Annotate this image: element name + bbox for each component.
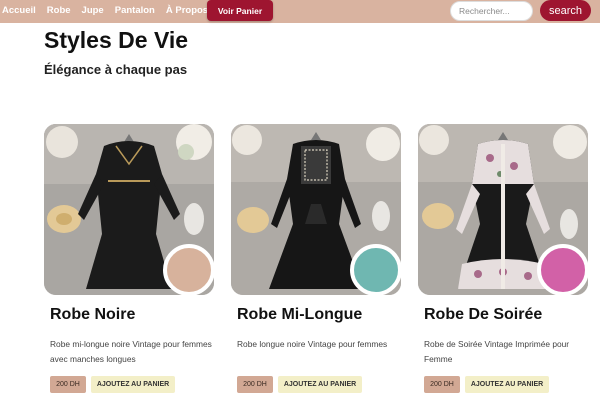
price-badge: 200 DH (424, 376, 460, 393)
product-description: Robe mi-longue noire Vintage pour femmes… (50, 339, 212, 364)
product-title: Robe Noire (50, 306, 136, 323)
price-badge: 200 DH (50, 376, 86, 393)
add-to-cart-button[interactable]: AJOUTEZ AU PANIER (91, 376, 175, 393)
nav-link-robe[interactable]: Robe (47, 5, 71, 16)
nav-link-a-propos[interactable]: À Propos (166, 5, 208, 16)
nav-link-pantalon[interactable]: Pantalon (115, 5, 155, 16)
product-card: Robe Noire Robe mi-longue noire Vintage … (44, 124, 218, 400)
color-swatch[interactable] (537, 244, 589, 296)
product-title: Robe Mi-Longue (237, 306, 363, 323)
price-badge: 200 DH (237, 376, 273, 393)
add-to-cart-button[interactable]: AJOUTEZ AU PANIER (465, 376, 549, 393)
page-subtitle: Élégance à chaque pas (44, 62, 188, 77)
top-navbar: Accueil Robe Jupe Pantalon À Propos Voir… (0, 0, 600, 23)
product-card: Robe De Soirée Robe de Soirée Vintage Im… (418, 124, 592, 400)
nav-link-accueil[interactable]: Accueil (2, 5, 36, 16)
nav-links: Accueil Robe Jupe Pantalon À Propos (2, 5, 208, 16)
search-input[interactable] (450, 1, 533, 21)
nav-link-jupe[interactable]: Jupe (82, 5, 104, 16)
add-to-cart-button[interactable]: AJOUTEZ AU PANIER (278, 376, 362, 393)
color-swatch[interactable] (163, 244, 215, 296)
color-swatch[interactable] (350, 244, 402, 296)
product-title: Robe De Soirée (424, 306, 543, 323)
product-description: Robe de Soirée Vintage Imprimée pour Fem… (424, 339, 570, 364)
page-title: Styles De Vie (44, 27, 189, 53)
view-cart-button[interactable]: Voir Panier (207, 0, 273, 21)
product-description: Robe longue noire Vintage pour femmes (237, 339, 388, 349)
search-button[interactable]: search (540, 0, 591, 21)
product-card: Robe Mi-Longue Robe longue noire Vintage… (231, 124, 405, 400)
